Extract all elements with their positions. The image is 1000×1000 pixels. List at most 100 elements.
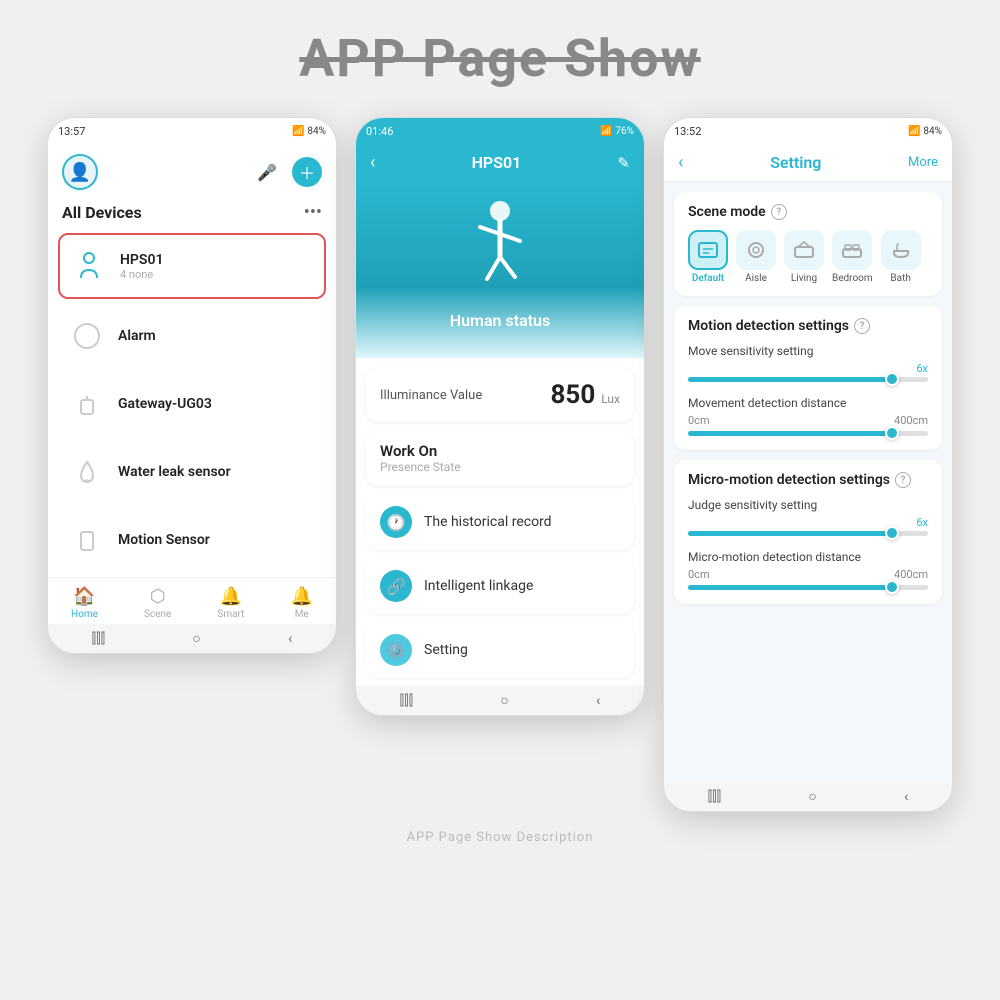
phone3-status-icons: 📶 84% (908, 126, 942, 137)
phone3-status-bar: 13:52 📶 84% (664, 118, 952, 144)
mic-button[interactable]: 🎤 (252, 157, 282, 187)
device-name-hps01: HPS01 (120, 252, 163, 268)
movement-distance-label: Movement detection distance (688, 396, 928, 410)
motion-detection-title: Motion detection settings ? (688, 318, 928, 334)
judge-sensitivity-track[interactable] (688, 531, 928, 536)
phone2: 01:46 📶 76% ‹ HPS01 ✎ (355, 117, 645, 716)
historical-icon: 🕐 (380, 506, 412, 538)
micro-motion-title: Micro-motion detection settings ? (688, 472, 928, 488)
nav-me[interactable]: 🔔 Me (291, 586, 313, 620)
phone2-hero: Human status (356, 181, 644, 358)
micro-distance-min: 0cm (688, 568, 710, 581)
human-figure-icon (465, 199, 535, 305)
phone2-status-bar: 01:46 📶 76% (356, 118, 644, 144)
device-item-alarm[interactable]: Alarm (58, 305, 326, 367)
device-name-motion: Motion Sensor (118, 532, 210, 548)
scene-mode-default[interactable]: Default (688, 230, 728, 284)
device-info-waterleak: Water leak sensor (118, 464, 231, 480)
nav-home-label: Home (71, 609, 98, 620)
phone1: 13:57 📶 84% 👤 🎤 ＋ All Devices ••• (47, 117, 337, 654)
device-item-gateway[interactable]: Gateway-UG03 (58, 373, 326, 435)
nav-smart[interactable]: 🔔 Smart (217, 586, 244, 620)
phone2-back-button[interactable]: ‹ (370, 152, 375, 173)
linkage-icon: 🔗 (380, 570, 412, 602)
micro-distance-row: Micro-motion detection distance 0cm 400c… (688, 550, 928, 590)
menu-item-setting[interactable]: ⚙️ Setting (366, 622, 634, 678)
illuminance-value: 850 (550, 380, 595, 410)
home-icon: 🏠 (73, 586, 95, 607)
phone3-sys-btns: ⫿⫿⫿ ○ ‹ (664, 782, 952, 811)
movement-distance-max: 400cm (894, 414, 928, 427)
nav-me-label: Me (295, 609, 309, 620)
avatar[interactable]: 👤 (62, 154, 98, 190)
device-info-gateway: Gateway-UG03 (118, 396, 212, 412)
setting-body: Scene mode ? Default (664, 182, 952, 782)
move-sensitivity-label: Move sensitivity setting (688, 344, 928, 358)
sys-home[interactable]: ○ (192, 630, 200, 647)
scene-mode-living-icon (784, 230, 824, 270)
phone3-nav-bar: ‹ Setting More (664, 144, 952, 182)
scene-mode-bedroom[interactable]: Bedroom (832, 230, 873, 284)
phone2-sys-home[interactable]: ○ (500, 692, 508, 709)
setting-icon: ⚙️ (380, 634, 412, 666)
phone3-sys-home[interactable]: ○ (808, 788, 816, 805)
sys-recent[interactable]: ⫿⫿⫿ (92, 631, 105, 647)
menu-item-setting-label: Setting (424, 642, 468, 658)
phone3-back-button[interactable]: ‹ (678, 152, 683, 173)
phone3-sys-recent[interactable]: ⫿⫿⫿ (708, 789, 721, 805)
phone3-sys-back[interactable]: ‹ (904, 789, 908, 805)
edit-icon[interactable]: ✎ (617, 154, 630, 172)
nav-scene-label: Scene (144, 609, 171, 620)
phone2-battery: 76% (615, 126, 634, 137)
scene-mode-living[interactable]: Living (784, 230, 824, 284)
phone3-signal-icon: 📶 (908, 126, 920, 137)
scene-mode-bath-icon (881, 230, 921, 270)
device-list: HPS01 4 none Alarm Gateway-UG03 (48, 233, 336, 571)
phone1-status-icons: 📶 84% (292, 126, 326, 137)
device-item-waterleak[interactable]: Water leak sensor (58, 441, 326, 503)
nav-home[interactable]: 🏠 Home (71, 586, 98, 620)
device-item-motion[interactable]: Motion Sensor (58, 509, 326, 571)
phone2-sys-back[interactable]: ‹ (596, 693, 600, 709)
move-sensitivity-track[interactable] (688, 377, 928, 382)
phone2-sys-recent[interactable]: ⫿⫿⫿ (400, 693, 413, 709)
device-info-motion: Motion Sensor (118, 532, 210, 548)
illuminance-label: Illuminance Value (380, 388, 482, 403)
menu-item-linkage-label: Intelligent linkage (424, 578, 533, 594)
movement-distance-track[interactable] (688, 431, 928, 436)
phone1-sys-btns: ⫿⫿⫿ ○ ‹ (48, 624, 336, 653)
add-button[interactable]: ＋ (292, 157, 322, 187)
device-sub-hps01: 4 none (120, 268, 163, 281)
judge-sensitivity-label: Judge sensitivity setting (688, 498, 928, 512)
phone2-nav-title: HPS01 (472, 153, 522, 172)
scene-mode-card: Scene mode ? Default (674, 192, 942, 296)
nav-scene[interactable]: ⬡ Scene (144, 586, 171, 620)
menu-item-historical[interactable]: 🕐 The historical record (366, 494, 634, 550)
scene-mode-bath[interactable]: Bath (881, 230, 921, 284)
scene-mode-aisle[interactable]: Aisle (736, 230, 776, 284)
phone3-battery: 84% (923, 126, 942, 137)
phone3: 13:52 📶 84% ‹ Setting More Scene mode ? (663, 117, 953, 812)
micro-distance-track[interactable] (688, 585, 928, 590)
judge-sensitivity-row: Judge sensitivity setting 6x (688, 498, 928, 536)
device-icon-waterleak (68, 453, 106, 491)
scene-mode-help-icon[interactable]: ? (771, 204, 787, 220)
more-options-icon[interactable]: ••• (304, 202, 322, 223)
device-icon-hps01 (70, 247, 108, 285)
sys-back[interactable]: ‹ (288, 631, 292, 647)
phone2-nav-bar: ‹ HPS01 ✎ (356, 144, 644, 181)
micro-motion-card: Micro-motion detection settings ? Judge … (674, 460, 942, 604)
more-button[interactable]: More (908, 155, 938, 170)
work-on-card: Work On Presence State (366, 430, 634, 486)
phone2-time: 01:46 (366, 125, 393, 138)
device-item-hps01[interactable]: HPS01 4 none (58, 233, 326, 299)
smart-icon: 🔔 (220, 586, 242, 607)
device-icon-gateway (68, 385, 106, 423)
scene-mode-bedroom-icon (832, 230, 872, 270)
phones-container: 13:57 📶 84% 👤 🎤 ＋ All Devices ••• (47, 117, 953, 812)
phone2-status-icons: 📶 76% (600, 126, 634, 137)
motion-help-icon[interactable]: ? (854, 318, 870, 334)
menu-item-linkage[interactable]: 🔗 Intelligent linkage (366, 558, 634, 614)
header-icons: 🎤 ＋ (252, 157, 322, 187)
micro-motion-help-icon[interactable]: ? (895, 472, 911, 488)
